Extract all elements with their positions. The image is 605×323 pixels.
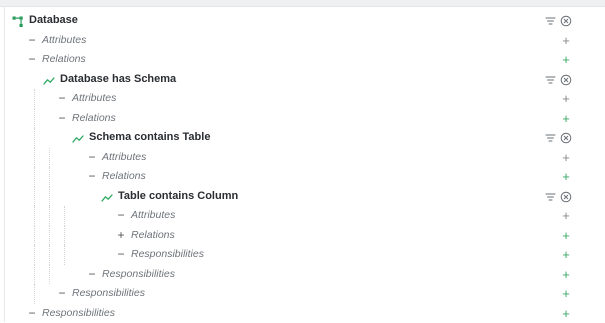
tree-section-row[interactable]: −Attributes + xyxy=(0,31,605,51)
top-bar xyxy=(0,0,605,7)
section-label: Relations xyxy=(131,226,175,246)
tree-guide-line xyxy=(34,109,35,129)
collapse-toggle[interactable]: − xyxy=(57,111,67,126)
tree-guide-line xyxy=(49,167,50,187)
tree-section-row[interactable]: −Responsibilities + xyxy=(0,304,605,323)
tree-guide-line xyxy=(49,148,50,168)
add-plus-icon[interactable]: + xyxy=(561,245,571,265)
collapse-toggle[interactable]: − xyxy=(116,208,126,223)
add-plus-icon[interactable]: + xyxy=(561,109,571,129)
tree-section-row[interactable]: −Responsibilities + xyxy=(0,284,605,304)
filter-icon[interactable] xyxy=(545,14,556,26)
tree-section-row[interactable]: −Relations + xyxy=(0,167,605,187)
tree-guide-line xyxy=(34,148,35,168)
expand-toggle[interactable]: + xyxy=(116,228,126,243)
add-plus-icon[interactable]: + xyxy=(561,31,571,51)
remove-circle-icon[interactable] xyxy=(560,14,572,26)
collapse-toggle[interactable]: − xyxy=(116,247,126,262)
tree-guide-line xyxy=(34,284,35,304)
collapse-toggle[interactable]: − xyxy=(27,306,37,321)
add-plus-icon[interactable]: + xyxy=(561,226,571,246)
collapse-toggle[interactable]: − xyxy=(87,150,97,165)
tree-guide-line xyxy=(64,206,65,226)
tree-section-row[interactable]: −Responsibilities + xyxy=(0,245,605,265)
add-plus-icon[interactable]: + xyxy=(561,284,571,304)
tree-section-row[interactable]: + Relations + xyxy=(0,226,605,246)
section-label: Responsibilities xyxy=(72,284,145,304)
add-plus-icon[interactable]: + xyxy=(561,148,571,168)
tree-guide-line xyxy=(49,265,50,285)
collapse-toggle[interactable]: − xyxy=(27,52,37,67)
collapse-toggle[interactable]: − xyxy=(87,267,97,282)
collapse-toggle[interactable]: − xyxy=(57,286,67,301)
section-label: Attributes xyxy=(131,206,175,226)
node-label: Schema contains Table xyxy=(89,128,210,148)
tree-guide-line xyxy=(34,167,35,187)
add-plus-icon[interactable]: + xyxy=(561,167,571,187)
tree-guide-line xyxy=(34,206,35,226)
add-plus-icon[interactable]: + xyxy=(561,206,571,226)
tree-guide-line xyxy=(49,245,50,265)
relation-line-icon xyxy=(101,191,113,203)
relation-line-icon xyxy=(72,132,84,144)
node-label: Database has Schema xyxy=(60,70,176,90)
tree-guide-line xyxy=(34,187,35,207)
collapse-toggle[interactable]: − xyxy=(57,91,67,106)
collapse-toggle[interactable]: − xyxy=(87,169,97,184)
section-label: Relations xyxy=(102,167,146,187)
tree-node-row[interactable]: Database xyxy=(0,11,605,31)
collapse-toggle[interactable]: − xyxy=(27,33,37,48)
add-plus-icon[interactable]: + xyxy=(561,50,571,70)
tree-section-row[interactable]: −Relations + xyxy=(0,109,605,129)
tree-section-row[interactable]: −Attributes + xyxy=(0,89,605,109)
tree-section-row[interactable]: −Attributes + xyxy=(0,148,605,168)
node-label: Database xyxy=(29,11,78,31)
section-label: Attributes xyxy=(42,31,86,51)
filter-icon[interactable] xyxy=(545,190,556,202)
relation-line-icon xyxy=(43,74,55,86)
section-label: Relations xyxy=(72,109,116,129)
tree-section-row[interactable]: −Attributes + xyxy=(0,206,605,226)
section-label: Attributes xyxy=(102,148,146,168)
section-label: Responsibilities xyxy=(42,304,115,323)
node-label: Table contains Column xyxy=(118,187,238,207)
section-label: Relations xyxy=(42,50,86,70)
tree-node-row[interactable]: Schema contains Table xyxy=(0,128,605,148)
filter-icon[interactable] xyxy=(545,131,556,143)
tree-guide-line xyxy=(49,187,50,207)
add-plus-icon[interactable]: + xyxy=(561,304,571,323)
remove-circle-icon[interactable] xyxy=(560,131,572,143)
tree-node-row[interactable]: Database has Schema xyxy=(0,70,605,90)
tree-guide-line xyxy=(34,128,35,148)
tree-guide-line xyxy=(49,226,50,246)
tree-guide-line xyxy=(34,89,35,109)
tree-guide-line xyxy=(34,265,35,285)
tree-guide-line xyxy=(49,206,50,226)
tree-guide-line xyxy=(34,226,35,246)
section-label: Attributes xyxy=(72,89,116,109)
hierarchy-tree: Database−Attributes+−Relations+ Database… xyxy=(0,11,605,323)
filter-icon[interactable] xyxy=(545,73,556,85)
add-plus-icon[interactable]: + xyxy=(561,265,571,285)
add-plus-icon[interactable]: + xyxy=(561,89,571,109)
section-label: Responsibilities xyxy=(131,245,204,265)
database-tree-icon xyxy=(12,15,24,27)
tree-guide-line xyxy=(64,245,65,265)
tree-guide-line xyxy=(34,245,35,265)
remove-circle-icon[interactable] xyxy=(560,73,572,85)
tree-node-row[interactable]: Table contains Column xyxy=(0,187,605,207)
section-label: Responsibilities xyxy=(102,265,175,285)
remove-circle-icon[interactable] xyxy=(560,190,572,202)
tree-section-row[interactable]: −Relations + xyxy=(0,50,605,70)
tree-guide-line xyxy=(64,226,65,246)
tree-section-row[interactable]: −Responsibilities + xyxy=(0,265,605,285)
